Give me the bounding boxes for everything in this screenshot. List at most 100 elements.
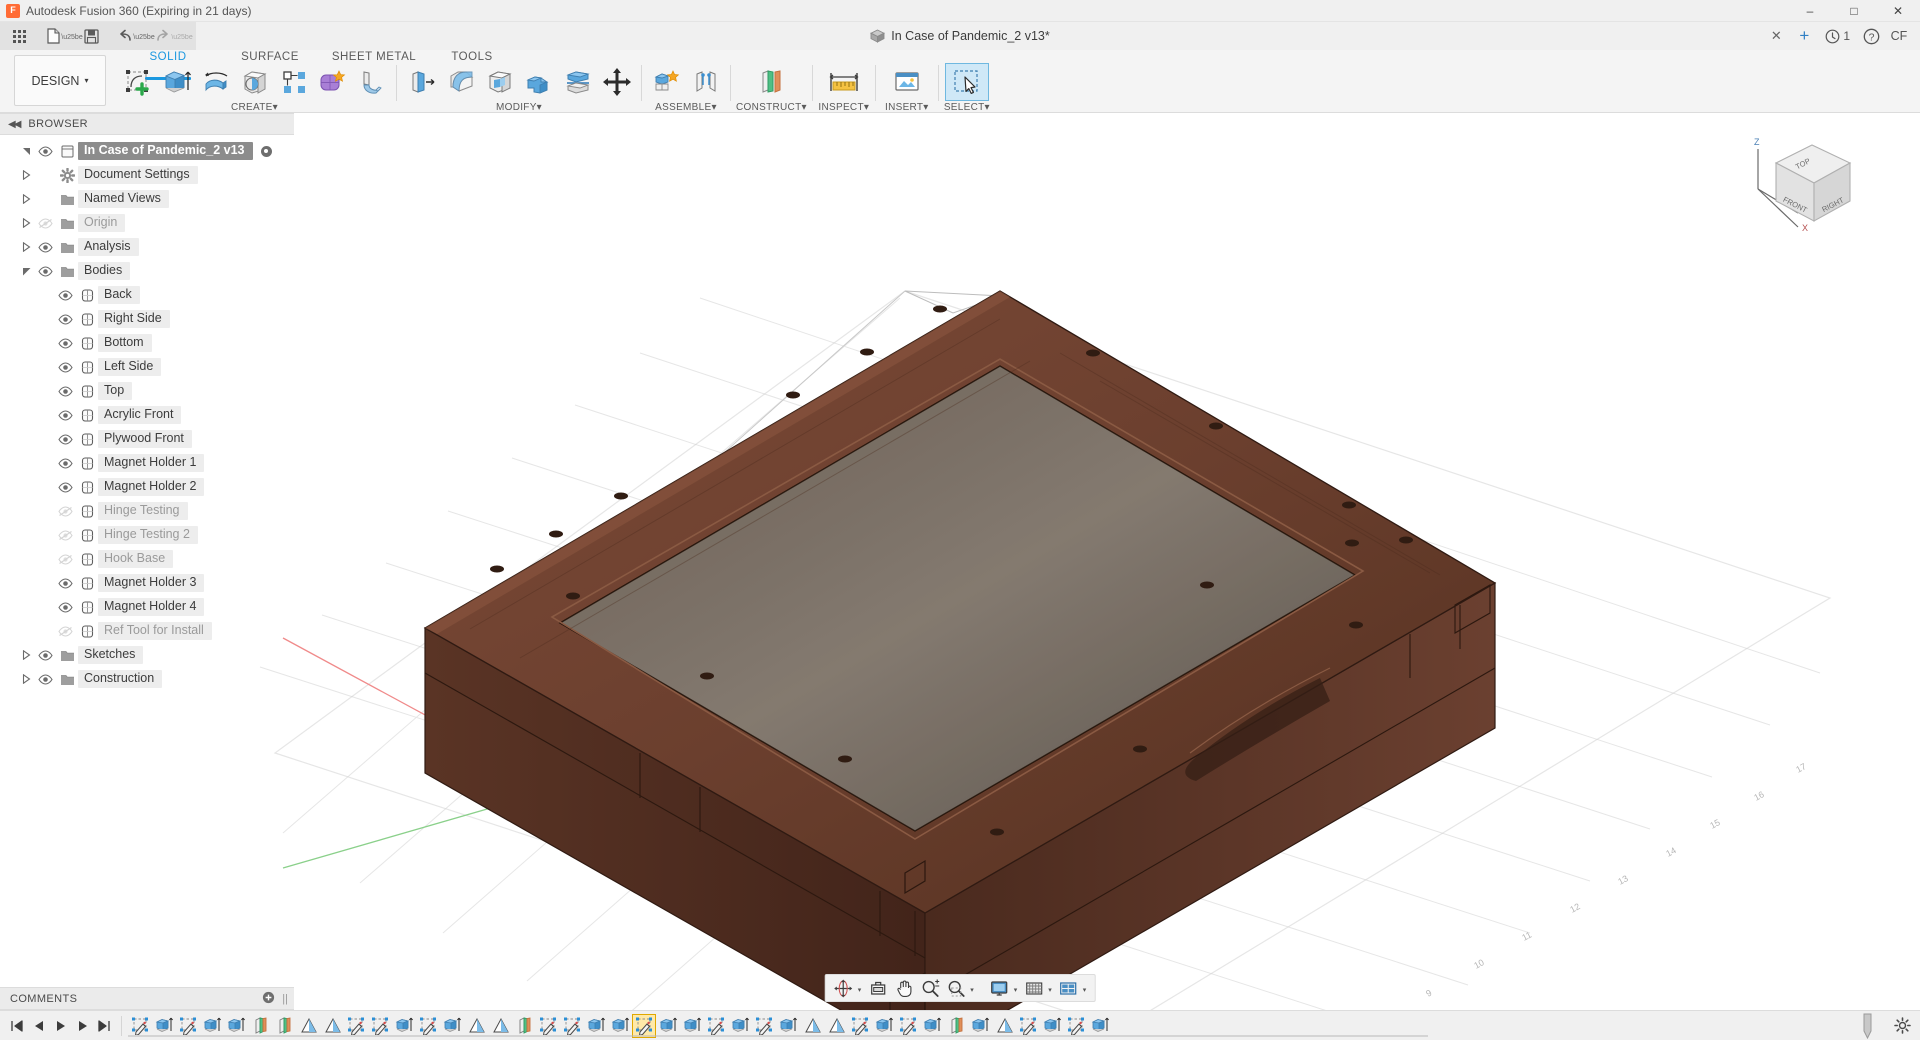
tab-sheet-metal[interactable]: SHEET METAL xyxy=(320,50,428,63)
insert-group-label[interactable]: INSERT▾ xyxy=(885,102,929,113)
visibility-eye-icon[interactable] xyxy=(55,362,76,373)
visibility-eye-icon[interactable] xyxy=(55,482,76,493)
sheet-metal-flange-icon[interactable] xyxy=(352,63,391,101)
collapse-arrow-icon[interactable] xyxy=(18,267,35,276)
tree-node-analysis[interactable]: Analysis xyxy=(0,235,294,259)
tree-node-magnet-holder-3[interactable]: Magnet Holder 3 xyxy=(0,571,294,595)
help-button[interactable]: ? xyxy=(1858,24,1884,48)
visibility-eye-off-icon[interactable] xyxy=(55,554,76,565)
visibility-eye-icon[interactable] xyxy=(35,674,56,685)
visibility-eye-icon[interactable] xyxy=(55,386,76,397)
tree-node-left-side[interactable]: Left Side xyxy=(0,355,294,379)
pattern-icon[interactable] xyxy=(274,63,313,101)
visibility-eye-icon[interactable] xyxy=(55,578,76,589)
zoom-window-caret-icon[interactable]: ▾ xyxy=(969,986,977,994)
construct-group-label[interactable]: CONSTRUCT▾ xyxy=(736,102,807,113)
add-comment-icon[interactable] xyxy=(262,991,275,1007)
expand-arrow-icon[interactable] xyxy=(18,218,35,228)
expand-arrow-icon[interactable] xyxy=(18,650,35,660)
viewports-caret-icon[interactable]: ▾ xyxy=(1082,986,1090,994)
visibility-eye-icon[interactable] xyxy=(55,602,76,613)
visibility-eye-icon[interactable] xyxy=(35,242,56,253)
visibility-eye-icon[interactable] xyxy=(55,410,76,421)
expand-arrow-icon[interactable] xyxy=(18,147,35,156)
new-document-icon[interactable] xyxy=(40,24,66,48)
shell-icon[interactable] xyxy=(480,63,519,101)
tree-node-ref-tool-for-install[interactable]: Ref Tool for Install xyxy=(0,619,294,643)
visibility-eye-icon[interactable] xyxy=(55,338,76,349)
timeline-end-marker[interactable] xyxy=(1863,1013,1872,1039)
go-to-end-icon[interactable] xyxy=(94,1014,115,1038)
grid-snaps-caret-icon[interactable]: ▾ xyxy=(1047,986,1055,994)
tree-node-top[interactable]: Top xyxy=(0,379,294,403)
workspace-switcher[interactable]: DESIGN ▾ xyxy=(14,55,106,106)
undo-caret-icon[interactable]: \u25be xyxy=(138,24,150,48)
create-group-label[interactable]: CREATE▾ xyxy=(231,102,278,113)
timeline-settings-icon[interactable] xyxy=(1884,1017,1920,1034)
tree-node-right-side[interactable]: Right Side xyxy=(0,307,294,331)
new-document-caret-icon[interactable]: \u25be xyxy=(66,24,78,48)
play-icon[interactable] xyxy=(50,1014,71,1038)
tree-node-construction[interactable]: Construction xyxy=(0,667,294,691)
display-settings-icon[interactable] xyxy=(987,976,1012,1000)
visibility-eye-icon[interactable] xyxy=(55,314,76,325)
account-avatar[interactable]: CF xyxy=(1886,24,1912,48)
new-tab-button[interactable]: + xyxy=(1791,24,1817,48)
visibility-eye-icon[interactable] xyxy=(35,146,56,157)
joint-icon[interactable] xyxy=(686,63,725,101)
tree-node-sketches[interactable]: Sketches xyxy=(0,643,294,667)
orbit-caret-icon[interactable]: ▾ xyxy=(857,986,865,994)
visibility-eye-off-icon[interactable] xyxy=(55,530,76,541)
close-window-button[interactable]: ✕ xyxy=(1876,0,1920,21)
measure-icon[interactable] xyxy=(818,63,870,101)
tree-node-acrylic-front[interactable]: Acrylic Front xyxy=(0,403,294,427)
step-forward-icon[interactable] xyxy=(72,1014,93,1038)
select-cursor-icon[interactable] xyxy=(945,63,989,101)
app-grid-icon[interactable] xyxy=(6,24,32,48)
collapse-left-icon[interactable]: ◀◀ xyxy=(8,119,19,130)
tab-surface[interactable]: SURFACE xyxy=(220,50,320,63)
sphere-icon[interactable] xyxy=(235,63,274,101)
redo-caret-icon[interactable]: \u25be xyxy=(176,24,188,48)
tree-node-hook-base[interactable]: Hook Base xyxy=(0,547,294,571)
expand-arrow-icon[interactable] xyxy=(18,194,35,204)
tab-tools[interactable]: TOOLS xyxy=(428,50,516,63)
zoom-icon[interactable] xyxy=(917,976,942,1000)
offset-plane-icon[interactable] xyxy=(747,63,795,101)
minimize-button[interactable]: – xyxy=(1788,0,1832,21)
maximize-button[interactable]: □ xyxy=(1832,0,1876,21)
fillet-icon[interactable] xyxy=(441,63,480,101)
visibility-eye-icon[interactable] xyxy=(35,266,56,277)
assemble-group-label[interactable]: ASSEMBLE▾ xyxy=(655,102,717,113)
visibility-eye-icon[interactable] xyxy=(55,458,76,469)
grid-snaps-icon[interactable] xyxy=(1021,976,1046,1000)
split-body-icon[interactable] xyxy=(558,63,597,101)
visibility-eye-off-icon[interactable] xyxy=(55,626,76,637)
tree-node-hinge-testing-2[interactable]: Hinge Testing 2 xyxy=(0,523,294,547)
expand-arrow-icon[interactable] xyxy=(18,242,35,252)
tree-node-magnet-holder-4[interactable]: Magnet Holder 4 xyxy=(0,595,294,619)
tree-node-hinge-testing[interactable]: Hinge Testing xyxy=(0,499,294,523)
save-icon[interactable] xyxy=(78,24,104,48)
inspect-group-label[interactable]: INSPECT▾ xyxy=(818,102,869,113)
expand-arrow-icon[interactable] xyxy=(18,170,35,180)
go-to-beginning-icon[interactable] xyxy=(6,1014,27,1038)
tree-node-plywood-front[interactable]: Plywood Front xyxy=(0,427,294,451)
component-activate-icon[interactable] xyxy=(260,145,273,158)
revolve-icon[interactable] xyxy=(196,63,235,101)
viewports-icon[interactable] xyxy=(1056,976,1081,1000)
combine-icon[interactable] xyxy=(519,63,558,101)
press-pull-icon[interactable] xyxy=(402,63,441,101)
move-copy-icon[interactable] xyxy=(597,63,636,101)
tree-node-magnet-holder-2[interactable]: Magnet Holder 2 xyxy=(0,475,294,499)
visibility-eye-icon[interactable] xyxy=(35,650,56,661)
visibility-eye-off-icon[interactable] xyxy=(55,506,76,517)
tree-node-magnet-holder-1[interactable]: Magnet Holder 1 xyxy=(0,451,294,475)
display-settings-caret-icon[interactable]: ▾ xyxy=(1013,986,1021,994)
close-document-button[interactable]: ✕ xyxy=(1763,24,1789,48)
new-component-icon[interactable] xyxy=(647,63,686,101)
notifications-button[interactable]: 1 xyxy=(1819,25,1856,47)
undo-icon[interactable] xyxy=(112,24,138,48)
tree-node-root[interactable]: In Case of Pandemic_2 v13 xyxy=(0,139,294,163)
step-back-icon[interactable] xyxy=(28,1014,49,1038)
